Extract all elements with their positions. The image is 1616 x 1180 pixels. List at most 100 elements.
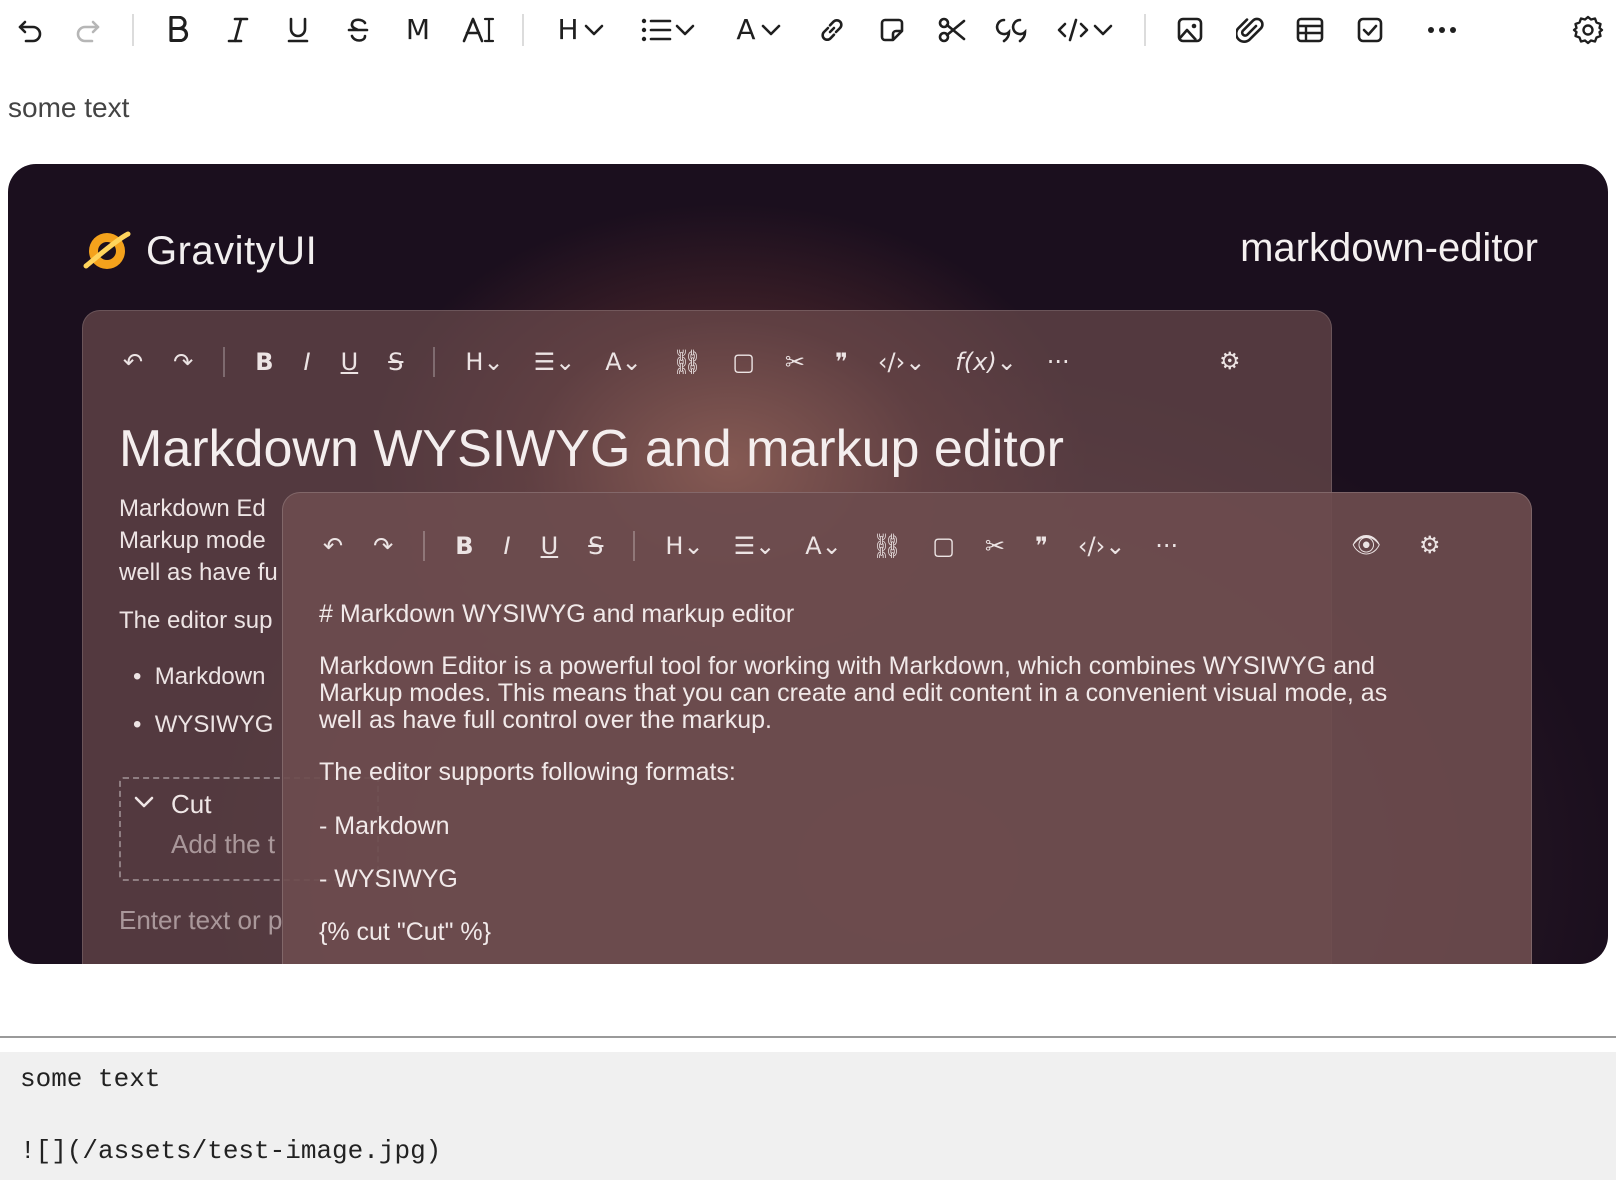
checkbox-icon [1357, 17, 1383, 43]
italic-icon [227, 17, 249, 43]
link-icon: ⛓ [671, 348, 703, 376]
preview-list-item: • Markdown [133, 663, 266, 690]
settings-button[interactable] [1568, 10, 1608, 50]
more-dots-icon: ··· [1155, 532, 1179, 560]
markup-line[interactable]: ![](/assets/test-image.jpg) [20, 1136, 441, 1166]
strikethrough-icon [347, 18, 369, 42]
list-icon: ☰⌄ [533, 348, 576, 376]
brand-name: GravityUI [146, 228, 318, 273]
markup-editor[interactable]: some text ![](/assets/test-image.jpg) [0, 1052, 1616, 1180]
toolbar-separator [423, 531, 426, 561]
underline-icon [287, 17, 309, 43]
heading-dropdown[interactable]: H [550, 10, 612, 50]
note-button[interactable] [872, 10, 912, 50]
italic-icon: I [303, 348, 311, 376]
italic-icon: I [503, 532, 511, 560]
quote-icon [995, 18, 1027, 43]
monospace-icon: M [405, 13, 431, 46]
chevron-down-icon [1093, 24, 1113, 36]
chevron-down-icon [675, 24, 695, 36]
product-name: markdown-editor [1240, 226, 1538, 270]
underline-icon: U [540, 532, 559, 560]
undo-icon [18, 20, 42, 43]
scissors-icon: ✂ [984, 532, 1005, 560]
redo-icon: ↷ [373, 532, 394, 560]
code-icon: ‹/›⌄ [877, 348, 926, 376]
eye-icon: 👁 [1351, 531, 1382, 559]
mark-text-icon [462, 17, 495, 43]
insert-table-button[interactable] [1290, 10, 1330, 50]
gear-icon [1572, 15, 1604, 45]
checkbox-button[interactable] [1350, 10, 1390, 50]
markup-list-line: - WYSIWYG [319, 865, 458, 893]
text-color-icon: A [736, 13, 756, 46]
preview-cut-title: Cut [171, 789, 212, 819]
markup-text-line: Markdown Editor is a powerful tool for w… [319, 652, 1375, 680]
preview-list-item-label: WYSIWYG [154, 711, 274, 738]
more-dots-icon [1428, 27, 1456, 33]
monospace-button[interactable]: M [396, 10, 440, 50]
embedded-image[interactable]: GravityUI markdown-editor ↶ ↷ B I U S H⌄… [8, 164, 1608, 964]
link-icon [821, 18, 843, 42]
paperclip-icon [1236, 17, 1264, 43]
toolbar-separator [633, 531, 636, 561]
preview-text-line: well as have fu [119, 559, 278, 586]
italic-button[interactable] [218, 10, 258, 50]
markup-text-line: Markup modes. This means that you can cr… [319, 679, 1388, 707]
link-icon: ⛓ [871, 532, 903, 560]
redo-button[interactable] [68, 10, 108, 50]
markup-text-line: well as have full control over the marku… [319, 706, 772, 734]
gear-icon: ⚙ [1219, 347, 1241, 375]
mark-button[interactable] [456, 10, 502, 50]
more-button[interactable] [1420, 10, 1464, 50]
strikethrough-icon: S [588, 532, 604, 560]
heading-icon: H [557, 13, 579, 46]
code-icon: ‹/›⌄ [1077, 532, 1126, 560]
preview-text-line: Markdown Ed [119, 495, 266, 522]
markup-text-line: The editor supports following formats: [319, 758, 736, 786]
cut-button[interactable] [932, 10, 972, 50]
bold-button[interactable] [158, 10, 198, 50]
bold-icon: B [455, 532, 474, 560]
text-color-dropdown[interactable]: A [728, 10, 790, 50]
redo-icon: ↷ [173, 348, 194, 376]
undo-icon: ↶ [123, 348, 144, 376]
note-icon: ▢ [932, 532, 955, 560]
toolbar-separator [1144, 14, 1146, 46]
function-icon: f(x)⌄ [955, 348, 1017, 376]
attach-file-button[interactable] [1230, 10, 1270, 50]
pane-divider[interactable] [0, 1036, 1616, 1038]
preview-title: Markdown WYSIWYG and markup editor [119, 420, 1064, 478]
undo-button[interactable] [10, 10, 50, 50]
preview-list-item: • WYSIWYG [133, 711, 274, 738]
toolbar-separator [223, 347, 226, 377]
bold-icon: B [255, 348, 274, 376]
editor-paragraph[interactable]: some text [8, 92, 129, 124]
list-dropdown[interactable] [636, 10, 700, 50]
preview-placeholder: Enter text or p [119, 905, 283, 935]
chevron-down-icon [584, 24, 603, 36]
image-icon [1177, 17, 1203, 43]
link-button[interactable] [812, 10, 852, 50]
markup-line[interactable]: some text [20, 1064, 160, 1094]
note-icon: ▢ [732, 348, 755, 376]
quote-button[interactable] [990, 10, 1034, 50]
preview-toolbar: ↶ ↷ B I U S H⌄ ☰⌄ A⌄ ⛓ ▢ ✂ ❞ ‹/›⌄ ··· [323, 531, 1178, 561]
toolbar-separator [433, 347, 436, 377]
markup-cut-line: {% cut "Cut" %} [319, 918, 491, 946]
preview-cut-placeholder: Add the t [171, 829, 276, 859]
gravity-logo: GravityUI [82, 226, 317, 276]
markup-list-line: - Markdown [319, 812, 450, 840]
code-dropdown[interactable] [1052, 10, 1118, 50]
quote-icon: ❞ [834, 348, 848, 376]
insert-image-button[interactable] [1170, 10, 1210, 50]
preview-text-line: Markup mode [119, 527, 266, 554]
gear-icon: ⚙ [1419, 531, 1441, 559]
underline-button[interactable] [278, 10, 318, 50]
scissors-icon: ✂ [784, 348, 805, 376]
list-icon [641, 18, 672, 42]
table-icon [1296, 17, 1324, 43]
underline-icon: U [340, 348, 359, 376]
strikethrough-button[interactable] [338, 10, 378, 50]
preview-list-item-label: Markdown [154, 663, 266, 690]
